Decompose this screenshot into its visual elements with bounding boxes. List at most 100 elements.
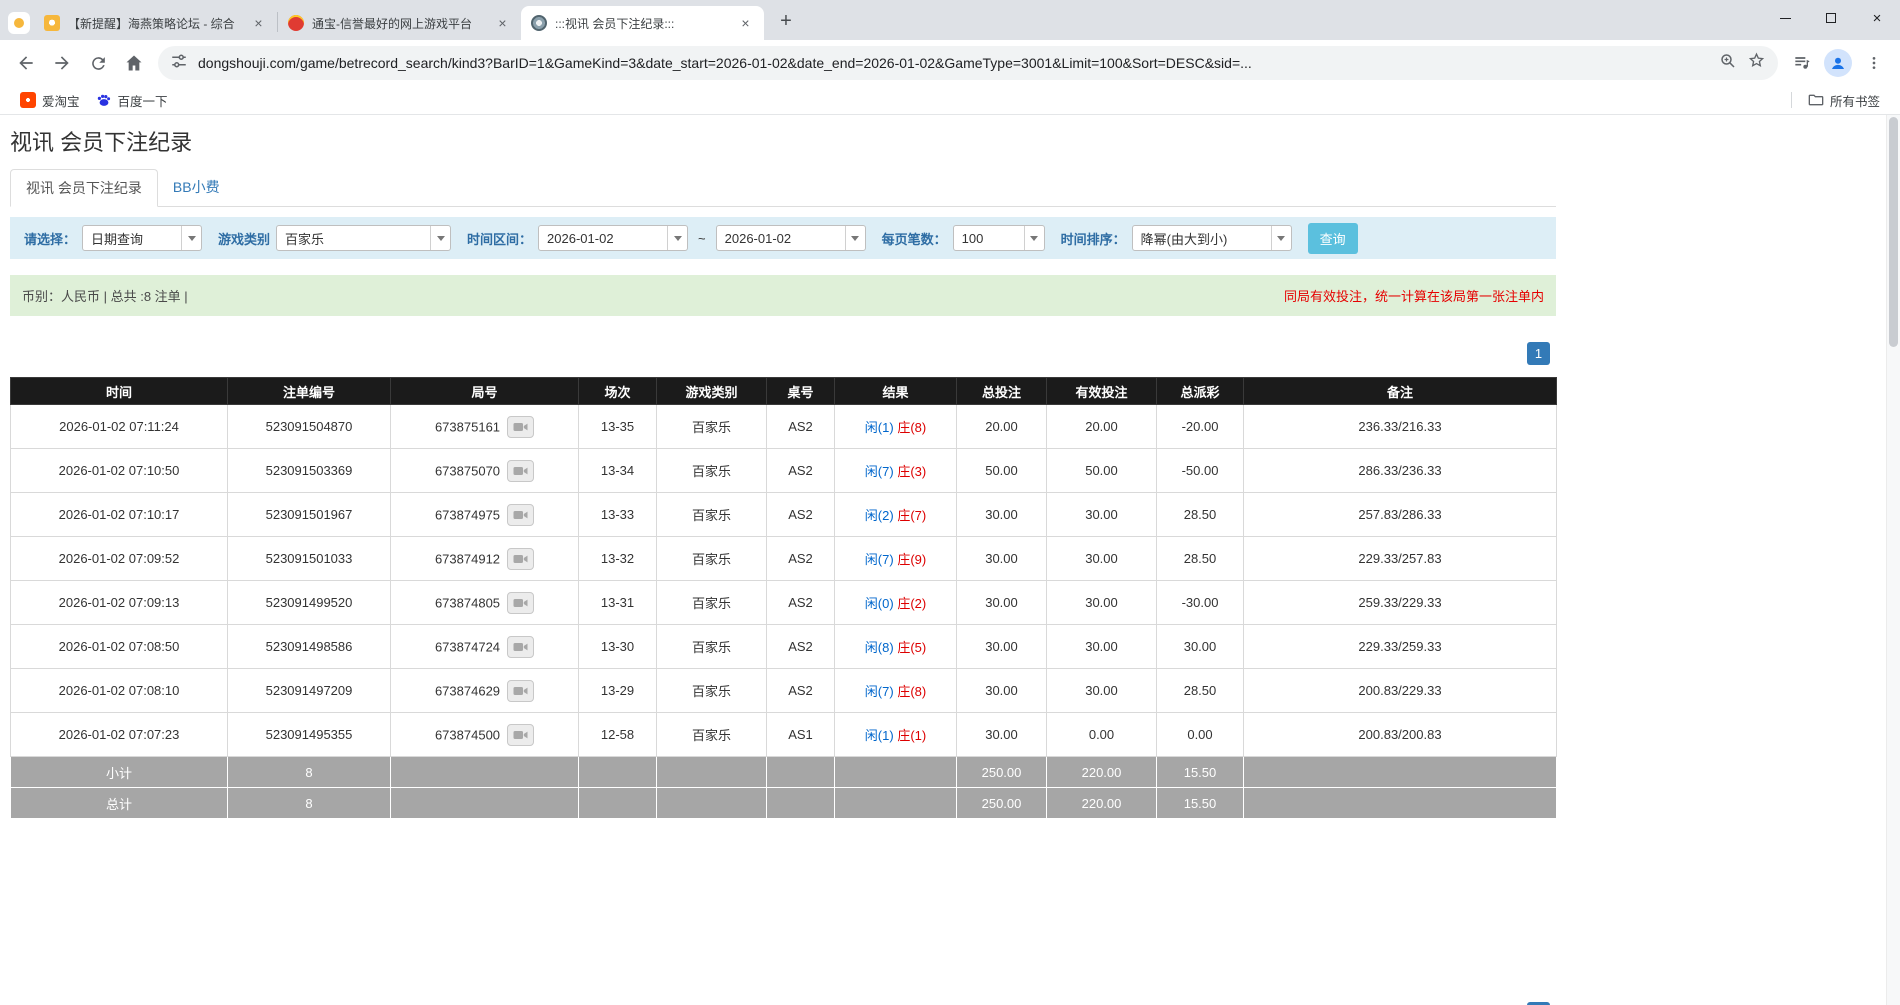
tab-bb-tips[interactable]: BB小费 bbox=[158, 169, 235, 206]
media-controls-icon[interactable] bbox=[1784, 45, 1820, 81]
window-controls: × bbox=[1762, 0, 1900, 36]
footer-empty bbox=[835, 757, 957, 788]
browser-toolbar: dongshouji.com/game/betrecord_search/kin… bbox=[0, 40, 1900, 86]
footer-empty bbox=[767, 757, 835, 788]
cell-valid-bet: 30.00 bbox=[1047, 581, 1157, 625]
cell-total-bet: 30.00 bbox=[957, 713, 1047, 757]
window-maximize-button[interactable] bbox=[1808, 0, 1854, 36]
tab-close-icon[interactable]: × bbox=[737, 15, 754, 32]
replay-button[interactable] bbox=[507, 592, 534, 614]
round-number: 673875161 bbox=[435, 419, 500, 434]
replay-button[interactable] bbox=[507, 680, 534, 702]
column-header: 有效投注 bbox=[1047, 378, 1157, 405]
page-number-button[interactable]: 1 bbox=[1527, 342, 1550, 365]
round-number: 673874500 bbox=[435, 727, 500, 742]
replay-button[interactable] bbox=[507, 504, 534, 526]
date-start-select[interactable]: 2026-01-02 bbox=[538, 225, 688, 251]
cell-remark: 229.33/259.33 bbox=[1244, 625, 1557, 669]
footer-total-bet: 250.00 bbox=[957, 757, 1047, 788]
bookmark-taobao[interactable]: 爱淘宝 bbox=[12, 88, 88, 113]
table-row: 2026-01-02 07:07:23 523091495355 6738745… bbox=[11, 713, 1557, 757]
result-banker: 庄(1) bbox=[897, 728, 926, 743]
window-close-button[interactable]: × bbox=[1854, 0, 1900, 36]
bet-records-table: 时间注单编号局号场次游戏类别桌号结果总投注有效投注总派彩备注 2026-01-0… bbox=[10, 377, 1557, 819]
home-icon[interactable] bbox=[116, 45, 152, 81]
round-number: 673874724 bbox=[435, 639, 500, 654]
tab-bet-records[interactable]: 视讯 会员下注纪录 bbox=[10, 169, 158, 207]
chevron-down-icon bbox=[1024, 226, 1044, 250]
page-scrollbar[interactable] bbox=[1886, 115, 1900, 1005]
table-header-row: 时间注单编号局号场次游戏类别桌号结果总投注有效投注总派彩备注 bbox=[11, 378, 1557, 405]
cell-game: 百家乐 bbox=[657, 537, 767, 581]
footer-empty bbox=[1244, 788, 1557, 819]
sort-value: 降幂(由大到小) bbox=[1133, 229, 1271, 248]
game-type-select[interactable]: 百家乐 bbox=[276, 225, 451, 251]
avatar-icon bbox=[1824, 49, 1852, 77]
cell-valid-bet: 0.00 bbox=[1047, 713, 1157, 757]
query-type-select[interactable]: 日期查询 bbox=[82, 225, 202, 251]
browser-tab-1[interactable]: 【新提醒】海燕策略论坛 - 综合 × bbox=[34, 6, 277, 40]
page-size-label: 每页笔数： bbox=[882, 229, 947, 248]
tab-close-icon[interactable]: × bbox=[494, 15, 511, 32]
window-minimize-button[interactable] bbox=[1762, 0, 1808, 36]
cell-result: 闲(1) 庄(1) bbox=[835, 713, 957, 757]
profile-avatar[interactable] bbox=[1820, 45, 1856, 81]
result-player: 闲(1) bbox=[865, 420, 894, 435]
footer-empty bbox=[657, 788, 767, 819]
cell-bet-id: 523091497209 bbox=[228, 669, 391, 713]
bookmark-baidu[interactable]: 百度一下 bbox=[88, 88, 176, 113]
refresh-icon[interactable] bbox=[80, 45, 116, 81]
replay-button[interactable] bbox=[507, 416, 534, 438]
replay-button[interactable] bbox=[507, 548, 534, 570]
bookmark-label: 百度一下 bbox=[118, 91, 168, 110]
game-type-label: 游戏类别 bbox=[218, 229, 270, 248]
site-settings-icon[interactable] bbox=[170, 52, 188, 75]
forward-icon[interactable] bbox=[44, 45, 80, 81]
url-text[interactable]: dongshouji.com/game/betrecord_search/kin… bbox=[198, 55, 1709, 71]
currency-summary: 币别：人民币 | 总共 :8 注单 | bbox=[22, 286, 188, 305]
date-end-select[interactable]: 2026-01-02 bbox=[716, 225, 866, 251]
summary-bar: 币别：人民币 | 总共 :8 注单 | 同局有效投注，统一计算在该局第一张注单内 bbox=[10, 275, 1556, 316]
bookmark-star-icon[interactable] bbox=[1747, 51, 1766, 75]
replay-button[interactable] bbox=[507, 636, 534, 658]
cell-game: 百家乐 bbox=[657, 625, 767, 669]
round-number: 673874629 bbox=[435, 683, 500, 698]
zoom-icon[interactable] bbox=[1719, 52, 1737, 75]
footer-empty bbox=[835, 788, 957, 819]
tab-title: 通宝-信誉最好的网上游戏平台 bbox=[312, 15, 486, 32]
cell-time: 2026-01-02 07:07:23 bbox=[11, 713, 228, 757]
result-banker: 庄(8) bbox=[897, 420, 926, 435]
cell-time: 2026-01-02 07:10:17 bbox=[11, 493, 228, 537]
browser-menu-kebab-icon[interactable] bbox=[1856, 45, 1892, 81]
cell-remark: 286.33/236.33 bbox=[1244, 449, 1557, 493]
tab-close-icon[interactable]: × bbox=[250, 15, 267, 32]
cell-table-no: AS2 bbox=[767, 669, 835, 713]
browser-tab-2[interactable]: 通宝-信誉最好的网上游戏平台 × bbox=[278, 6, 521, 40]
footer-empty bbox=[391, 788, 579, 819]
footer-count: 8 bbox=[228, 788, 391, 819]
record-favicon-icon bbox=[531, 15, 547, 31]
cell-bet-id: 523091499520 bbox=[228, 581, 391, 625]
all-bookmarks-button[interactable]: 所有书签 bbox=[1800, 88, 1888, 113]
back-icon[interactable] bbox=[8, 45, 44, 81]
cell-session: 12-58 bbox=[579, 713, 657, 757]
sort-select[interactable]: 降幂(由大到小) bbox=[1132, 225, 1292, 251]
new-tab-button[interactable]: + bbox=[772, 7, 800, 35]
replay-button[interactable] bbox=[507, 724, 534, 746]
omnibox[interactable]: dongshouji.com/game/betrecord_search/kin… bbox=[158, 46, 1778, 80]
scrollbar-thumb[interactable] bbox=[1889, 117, 1898, 347]
cell-bet-id: 523091503369 bbox=[228, 449, 391, 493]
footer-count: 8 bbox=[228, 757, 391, 788]
search-button[interactable]: 查询 bbox=[1308, 223, 1358, 254]
table-body: 2026-01-02 07:11:24 523091504870 6738751… bbox=[11, 405, 1557, 819]
page-size-select[interactable]: 100 bbox=[953, 225, 1045, 251]
chevron-down-icon bbox=[430, 226, 450, 250]
replay-button[interactable] bbox=[507, 460, 534, 482]
cell-round: 673874912 bbox=[391, 537, 579, 581]
browser-tab-3-active[interactable]: :::视讯 会员下注纪录::: × bbox=[521, 6, 764, 40]
cell-time: 2026-01-02 07:08:10 bbox=[11, 669, 228, 713]
cell-round: 673874724 bbox=[391, 625, 579, 669]
result-player: 闲(1) bbox=[865, 728, 894, 743]
cell-result: 闲(7) 庄(9) bbox=[835, 537, 957, 581]
cell-game: 百家乐 bbox=[657, 713, 767, 757]
